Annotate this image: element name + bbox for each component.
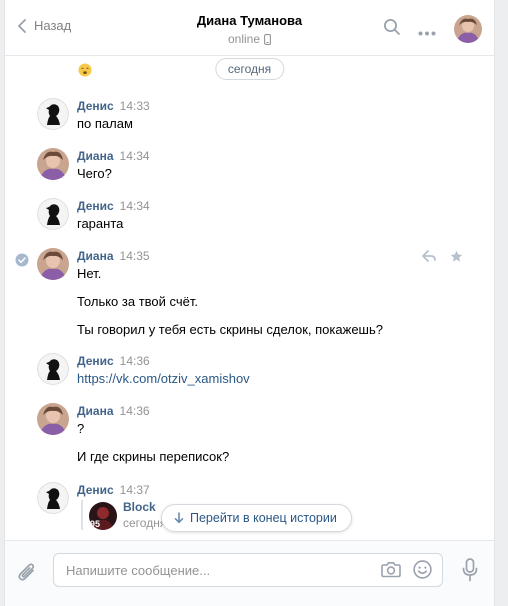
chat-header: Назад Диана Туманова online: [5, 0, 494, 56]
message-time: 14:36: [119, 404, 150, 418]
smile-icon: [413, 560, 432, 579]
message-author[interactable]: Денис: [77, 354, 114, 368]
chevron-left-icon: [18, 18, 26, 33]
avatar[interactable]: [37, 148, 69, 180]
status-text: online: [227, 32, 261, 46]
avatar[interactable]: [37, 98, 69, 130]
message-text: ?: [77, 421, 85, 436]
emoji-button[interactable]: [413, 560, 432, 582]
back-label: Назад: [34, 18, 72, 33]
message-text: И где скрины переписок?: [77, 449, 230, 464]
avatar-photo-icon: [37, 403, 69, 435]
sleepy-emoji: [78, 63, 92, 80]
message-time: 14:34: [119, 199, 150, 213]
message-body: Денис 14:33 по палам: [77, 99, 467, 132]
star-icon[interactable]: [450, 250, 463, 263]
contact-avatar[interactable]: [454, 15, 482, 43]
online-status: online: [228, 32, 271, 46]
message-text: Только за твой счёт.: [77, 294, 199, 309]
silhouette-avatar-icon: [37, 482, 69, 514]
message-text: Нет.: [77, 266, 102, 281]
more-icon: [418, 31, 436, 36]
jump-to-end-button[interactable]: Перейти в конец истории: [161, 504, 352, 532]
microphone-icon: [462, 558, 478, 582]
message-meta: Диана 14:34: [77, 149, 467, 163]
avatar-photo-icon: [37, 148, 69, 180]
message-meta: Диана 14:36: [77, 404, 467, 418]
message-author[interactable]: Диана: [77, 249, 114, 263]
forwarded-message[interactable]: 95 Block сегодня в: [81, 500, 176, 530]
message-time: 14:35: [119, 249, 150, 263]
forwarded-badge: 95: [90, 519, 101, 529]
arrow-down-icon: [174, 512, 184, 524]
message-author[interactable]: Денис: [77, 483, 114, 497]
day-separator: сегодня: [214, 58, 285, 80]
attach-button[interactable]: [17, 561, 37, 586]
avatar[interactable]: [37, 403, 69, 435]
message-meta: Денис 14:37: [77, 483, 467, 497]
more-button[interactable]: [418, 24, 436, 39]
message-body: Диана 14:36 ? И где скрины переписок?: [77, 404, 467, 465]
message-time: 14:33: [119, 99, 150, 113]
avatar[interactable]: [37, 248, 69, 280]
paperclip-icon: [18, 563, 35, 581]
avatar[interactable]: [37, 198, 69, 230]
message-author[interactable]: Диана: [77, 149, 114, 163]
composer: [5, 540, 494, 606]
message-text: Чего?: [77, 166, 112, 181]
check-circle-icon: [15, 253, 29, 267]
back-button[interactable]: Назад: [17, 18, 71, 33]
mobile-icon: [264, 33, 271, 45]
message-text: по палам: [77, 116, 133, 131]
chat-panel: Назад Диана Туманова online сегодня Дени…: [4, 0, 495, 606]
yawning-face-icon: [78, 63, 92, 77]
silhouette-avatar-icon: [37, 353, 69, 385]
reply-icon[interactable]: [422, 250, 436, 262]
avatar[interactable]: [37, 482, 69, 514]
message-meta: Диана 14:35: [77, 249, 467, 263]
read-check[interactable]: [15, 253, 29, 270]
forwarded-avatar[interactable]: 95: [89, 502, 117, 530]
message-body: Денис 14:37: [77, 483, 467, 497]
silhouette-avatar-icon: [37, 98, 69, 130]
voice-button[interactable]: [462, 558, 478, 585]
avatar-photo-icon: [37, 248, 69, 280]
message-link[interactable]: https://vk.com/otziv_xamishov: [77, 370, 467, 387]
search-icon: [384, 19, 400, 35]
silhouette-avatar-icon: [37, 198, 69, 230]
message-meta: Денис 14:33: [77, 99, 467, 113]
avatar[interactable]: [37, 353, 69, 385]
message-author[interactable]: Денис: [77, 199, 114, 213]
forwarded-author[interactable]: Block: [123, 500, 156, 514]
message-time: 14:34: [119, 149, 150, 163]
message-body: Денис 14:36 https://vk.com/otziv_xamisho…: [77, 354, 467, 387]
camera-button[interactable]: [381, 561, 401, 581]
camera-icon: [381, 562, 401, 578]
avatar-photo-icon: [454, 15, 482, 43]
message-time: 14:37: [119, 483, 150, 497]
message-author[interactable]: Диана: [77, 404, 114, 418]
message-actions: [422, 250, 463, 263]
message-meta: Денис 14:36: [77, 354, 467, 368]
message-meta: Денис 14:34: [77, 199, 467, 213]
message-text: Ты говорил у тебя есть скрины сделок, по…: [77, 322, 383, 337]
message-body: Диана 14:35 Нет. Только за твой счёт. Ты…: [77, 249, 467, 338]
message-history[interactable]: сегодня Денис 14:33 по палам Диана 14:34…: [5, 56, 494, 540]
message-body: Диана 14:34 Чего?: [77, 149, 467, 182]
jump-label: Перейти в конец истории: [190, 511, 337, 525]
message-time: 14:36: [119, 354, 150, 368]
message-text: гаранта: [77, 216, 124, 231]
search-button[interactable]: [383, 18, 401, 39]
message-author[interactable]: Денис: [77, 99, 114, 113]
message-body: Денис 14:34 гаранта: [77, 199, 467, 232]
